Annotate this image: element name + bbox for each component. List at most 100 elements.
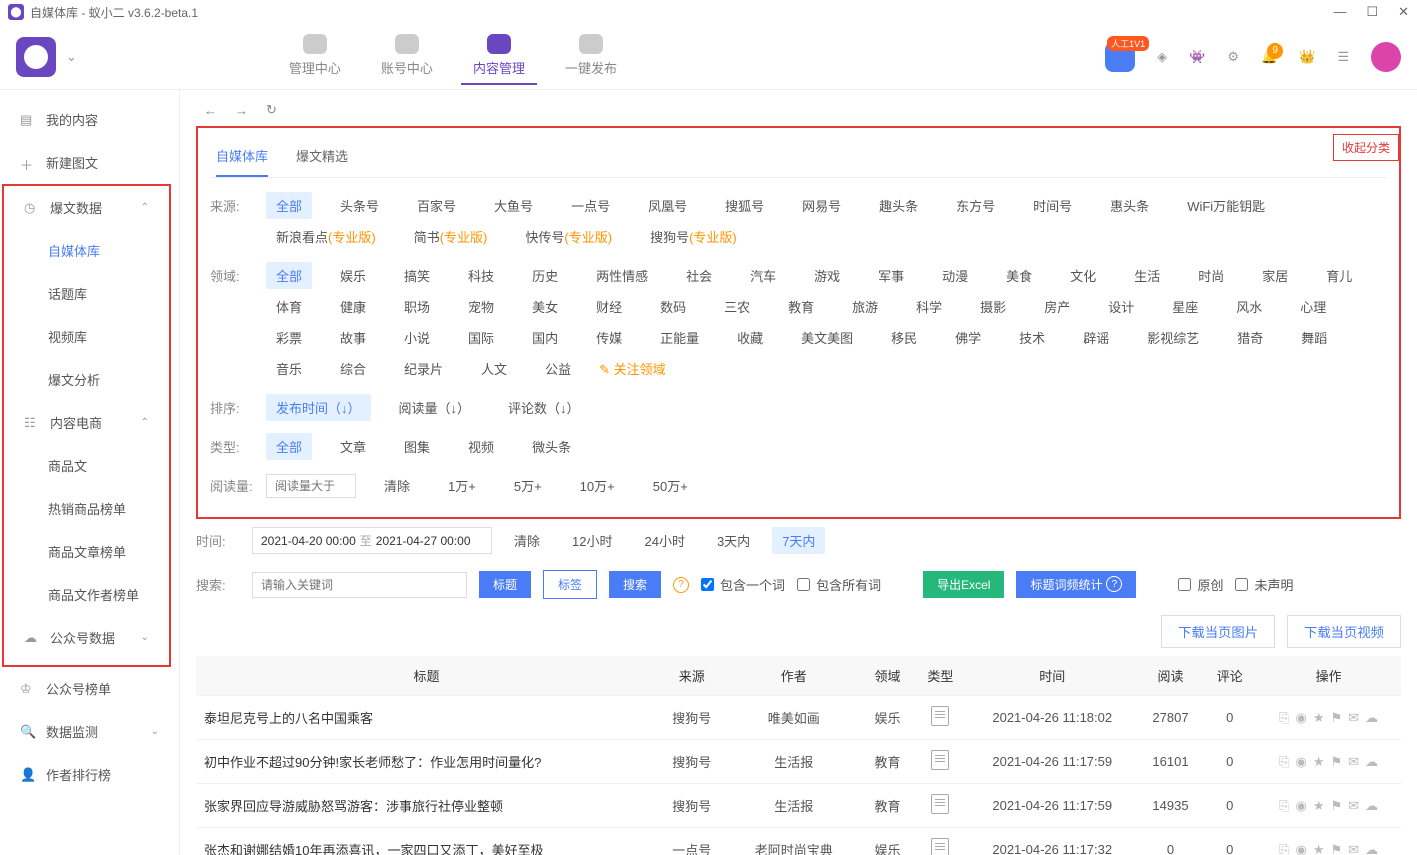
no-statement-checkbox[interactable]: 未声明 (1235, 575, 1293, 594)
filter-chip[interactable]: 汽车 (740, 262, 786, 289)
flag-icon[interactable]: ⚑ (1331, 798, 1343, 814)
sidebar-new-article[interactable]: ＋新建图文 (0, 141, 179, 184)
cell-title[interactable]: 张杰和谢娜结婚10年再添喜讯，一家四口又添丁，美好至极 (196, 828, 657, 855)
filter-chip[interactable]: 生活 (1124, 262, 1170, 289)
table-row[interactable]: 张家界回应导游威胁怒骂游客：涉事旅行社停业整顿搜狗号生活报教育2021-04-2… (196, 784, 1401, 828)
filter-chip[interactable]: 一点号 (561, 192, 620, 219)
nav-tab-2[interactable]: 内容管理 (461, 28, 537, 85)
search-title-button[interactable]: 标题 (479, 571, 531, 598)
filter-chip[interactable]: 舞蹈 (1291, 324, 1337, 351)
chevron-up-icon[interactable]: ⌃ (141, 202, 149, 213)
table-row[interactable]: 泰坦尼克号上的八名中国乘客搜狗号唯美如画娱乐2021-04-26 11:18:0… (196, 696, 1401, 740)
filter-chip[interactable]: 全部 (266, 262, 312, 289)
filter-chip[interactable]: 美女 (522, 293, 568, 320)
collapse-filters-button[interactable]: 收起分类 (1333, 134, 1399, 161)
filter-chip[interactable]: 东方号 (946, 192, 1005, 219)
filter-chip[interactable]: 历史 (522, 262, 568, 289)
filter-chip[interactable]: 文章 (330, 433, 376, 460)
filter-chip[interactable]: 趣头条 (869, 192, 928, 219)
nav-tab-1[interactable]: 账号中心 (369, 28, 445, 85)
cell-title[interactable]: 张家界回应导游威胁怒骂游客：涉事旅行社停业整顿 (196, 784, 657, 828)
filter-chip[interactable]: 房产 (1034, 293, 1080, 320)
filter-chip[interactable]: 阅读量（↓） (389, 394, 481, 421)
filter-chip[interactable]: 影视综艺 (1137, 324, 1209, 351)
filter-chip[interactable]: 财经 (586, 293, 632, 320)
filter-chip[interactable]: 收藏 (727, 324, 773, 351)
nav-tab-3[interactable]: 一键发布 (553, 28, 629, 85)
chevron-up-icon[interactable]: ⌃ (141, 417, 149, 428)
reads-chip[interactable]: 5万+ (504, 472, 552, 499)
time-chip[interactable]: 清除 (504, 527, 550, 554)
filter-chip[interactable]: 时间号 (1023, 192, 1082, 219)
filter-chip[interactable]: 评论数（↓） (498, 394, 590, 421)
time-chip[interactable]: 3天内 (707, 527, 760, 554)
sidebar-hotdata[interactable]: ◷爆文数据⌃ (4, 186, 169, 229)
forward-icon[interactable]: → (235, 103, 248, 118)
include-one-checkbox[interactable]: 包含一个词 (701, 575, 785, 594)
sidebar-item[interactable]: ♔公众号榜单 (0, 667, 179, 710)
time-chip[interactable]: 12小时 (562, 527, 622, 554)
filter-chip[interactable]: 新浪看点(专业版) (266, 223, 386, 250)
eye-icon[interactable]: ◉ (1296, 798, 1307, 814)
download-videos-button[interactable]: 下载当页视频 (1287, 615, 1401, 648)
filter-chip[interactable]: 育儿 (1316, 262, 1362, 289)
sidebar-sub[interactable]: 商品文章榜单 (4, 530, 169, 573)
filter-chip[interactable]: 国际 (458, 324, 504, 351)
eye-icon[interactable]: ◉ (1296, 710, 1307, 726)
mail-icon[interactable]: ✉ (1348, 798, 1359, 814)
filter-chip[interactable]: 公益 (535, 355, 581, 382)
sub-tab[interactable]: 自媒体库 (216, 136, 268, 177)
include-all-checkbox[interactable]: 包含所有词 (797, 575, 881, 594)
chevron-down-icon[interactable]: ⌄ (66, 49, 77, 65)
filter-chip[interactable]: 科技 (458, 262, 504, 289)
sidebar-ecom[interactable]: ☷内容电商⌃ (4, 401, 169, 444)
time-chip[interactable]: 7天内 (772, 527, 825, 554)
filter-chip[interactable]: 全部 (266, 433, 312, 460)
filter-chip[interactable]: 故事 (330, 324, 376, 351)
filter-chip[interactable]: 音乐 (266, 355, 312, 382)
crown-icon[interactable]: 👑 (1299, 49, 1315, 65)
download-images-button[interactable]: 下载当页图片 (1161, 615, 1275, 648)
reads-chip[interactable]: 清除 (374, 472, 420, 499)
star-icon[interactable]: ★ (1313, 842, 1325, 855)
mail-icon[interactable]: ✉ (1348, 754, 1359, 770)
settings-icon[interactable]: ⚙ (1227, 49, 1239, 65)
filter-chip[interactable]: 微头条 (522, 433, 581, 460)
shield-icon[interactable]: ◈ (1157, 49, 1167, 65)
sub-tab[interactable]: 爆文精选 (296, 136, 348, 177)
filter-chip[interactable]: 军事 (868, 262, 914, 289)
sidebar-sub[interactable]: 视频库 (4, 315, 169, 358)
cloud-icon[interactable]: ☁ (1365, 710, 1378, 726)
cell-title[interactable]: 泰坦尼克号上的八名中国乘客 (196, 696, 657, 740)
sidebar-gzh-data[interactable]: ☁公众号数据⌄ (4, 616, 169, 659)
link-icon[interactable]: ⎘ (1279, 754, 1289, 770)
filter-chip[interactable]: 技术 (1009, 324, 1055, 351)
bell-icon[interactable]: 🔔9 (1261, 49, 1277, 65)
filter-chip[interactable]: 大鱼号 (484, 192, 543, 219)
cloud-icon[interactable]: ☁ (1365, 842, 1378, 855)
filter-chip[interactable]: 星座 (1162, 293, 1208, 320)
filter-chip[interactable]: 移民 (881, 324, 927, 351)
time-chip[interactable]: 24小时 (634, 527, 694, 554)
eye-icon[interactable]: ◉ (1296, 842, 1307, 855)
filter-chip[interactable]: 凤凰号 (638, 192, 697, 219)
sidebar-item[interactable]: 🔍数据监测⌄ (0, 710, 179, 753)
filter-chip[interactable]: 两性情感 (586, 262, 658, 289)
filter-chip[interactable]: 宠物 (458, 293, 504, 320)
search-input[interactable] (252, 572, 467, 598)
filter-chip[interactable]: 简书(专业版) (404, 223, 498, 250)
menu-icon[interactable]: ☰ (1337, 49, 1349, 65)
filter-chip[interactable]: 游戏 (804, 262, 850, 289)
filter-chip[interactable]: 猎奇 (1227, 324, 1273, 351)
filter-chip[interactable]: 惠头条 (1100, 192, 1159, 219)
title-stats-button[interactable]: 标题词频统计? (1016, 571, 1136, 598)
filter-chip[interactable]: 动漫 (932, 262, 978, 289)
refresh-icon[interactable]: ↻ (266, 102, 277, 118)
filter-chip[interactable]: 数码 (650, 293, 696, 320)
export-excel-button[interactable]: 导出Excel (923, 571, 1004, 598)
eye-icon[interactable]: ◉ (1296, 754, 1307, 770)
link-icon[interactable]: ⎘ (1279, 798, 1289, 814)
maximize-button[interactable]: ☐ (1366, 4, 1378, 20)
reads-chip[interactable]: 1万+ (438, 472, 486, 499)
filter-chip[interactable]: 搞笑 (394, 262, 440, 289)
